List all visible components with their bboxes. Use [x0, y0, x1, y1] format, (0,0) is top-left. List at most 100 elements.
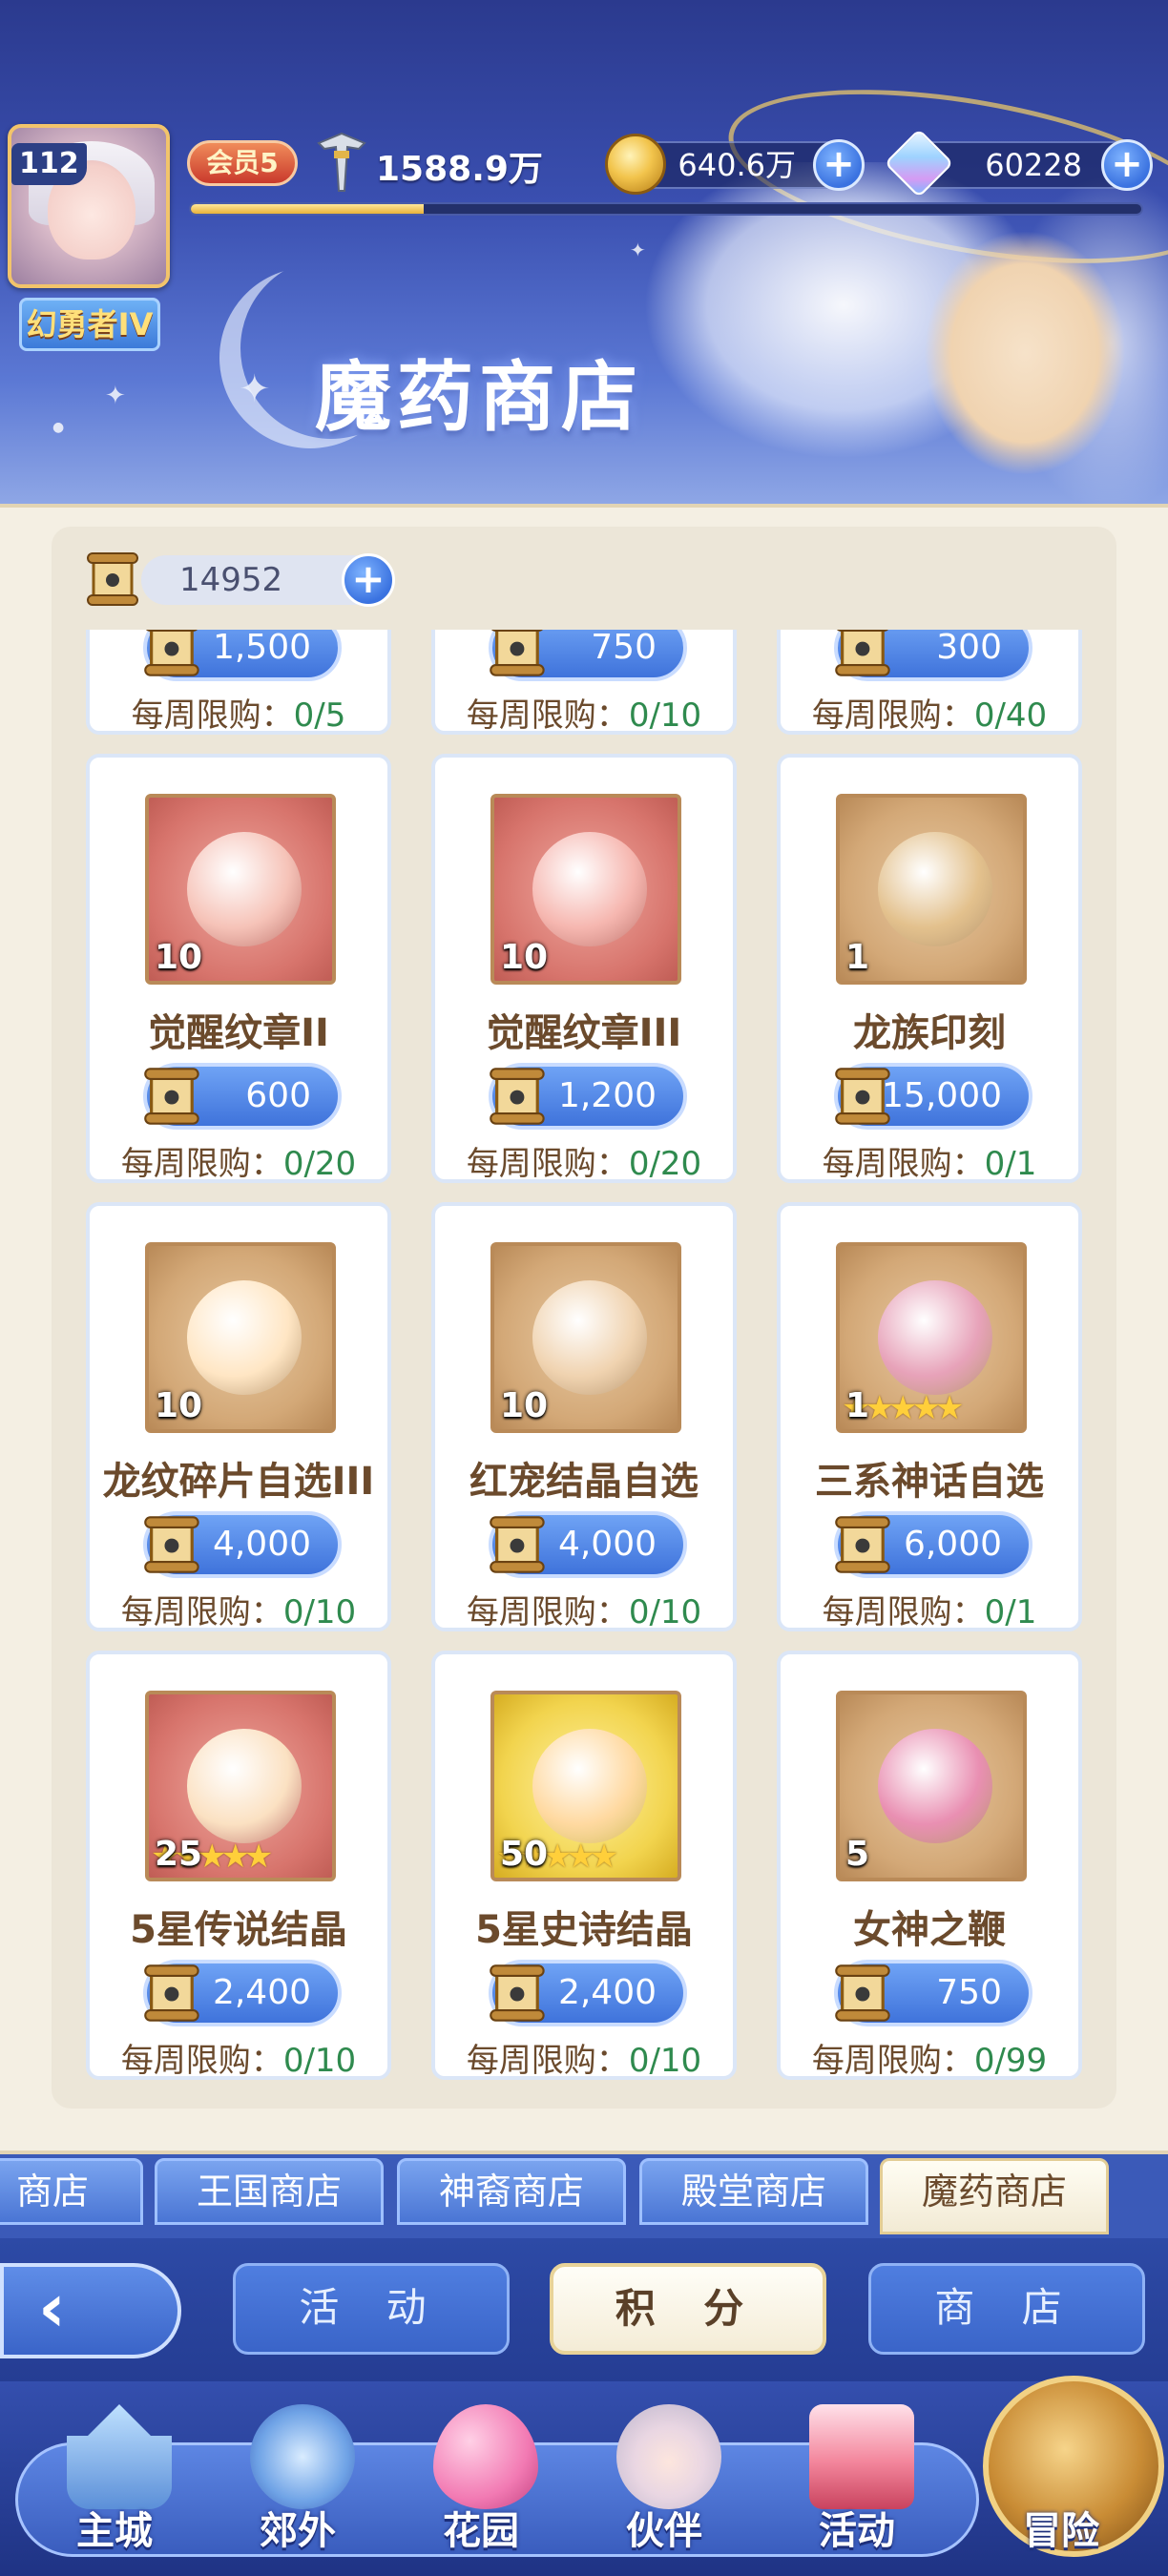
subnav-points[interactable]: 积 分: [550, 2263, 826, 2355]
nav-label: 伙伴: [626, 2509, 702, 2553]
scroll-currency-icon: [835, 630, 890, 676]
nav-partner[interactable]: 伙伴: [578, 2395, 750, 2566]
item-image[interactable]: 5: [836, 1691, 1027, 1881]
item-price: 4,000: [557, 1525, 657, 1564]
weekly-limit-label: 每周限购：: [466, 1145, 629, 1183]
nav-label: 活动: [819, 2509, 895, 2553]
item-name: 觉醒纹章III: [486, 1011, 682, 1055]
weekly-limit-count: 0/99: [973, 2042, 1048, 2080]
player-level: 112: [11, 143, 87, 185]
scroll-currency-icon: [144, 1964, 199, 2022]
shop-item-card[interactable]: 1,500 每周限购：0/5: [86, 630, 391, 735]
nav-main-city[interactable]: 主城: [29, 2395, 200, 2566]
exp-bar-fill: [191, 204, 425, 214]
item-quantity: 50: [500, 1835, 549, 1874]
item-image[interactable]: 10: [490, 794, 681, 985]
nav-adventure[interactable]: 冒险: [975, 2395, 1147, 2566]
add-scroll-currency-button[interactable]: +: [342, 553, 395, 607]
item-image[interactable]: 10: [490, 1242, 681, 1433]
shop-item-card[interactable]: 10 觉醒纹章II 600 每周限购：0/20: [86, 754, 391, 1183]
buy-button[interactable]: 15,000: [834, 1063, 1032, 1130]
sparkle-icon: ●: [52, 420, 65, 435]
shop-item-card[interactable]: ★★★★★ 25 5星传说结晶 2,400 每周限购：0/10: [86, 1651, 391, 2080]
buy-button[interactable]: 4,000: [489, 1511, 687, 1578]
item-price: 6,000: [903, 1525, 1002, 1564]
weekly-limit-count: 0/20: [628, 1145, 702, 1183]
back-button[interactable]: ‹: [0, 2263, 181, 2358]
item-quantity: 1: [845, 938, 870, 977]
shop-item-card[interactable]: ★★★★★ 50 5星史诗结晶 2,400 每周限购：0/10: [431, 1651, 737, 2080]
buy-button[interactable]: 750: [489, 630, 687, 681]
weekly-limit-count: 0/10: [282, 1593, 357, 1631]
item-name: 5星史诗结晶: [475, 1908, 693, 1952]
scroll-currency-icon: [490, 1068, 545, 1125]
weekly-limit-label: 每周限购：: [466, 696, 629, 735]
weekly-limit-count: 0/1: [984, 1593, 1037, 1631]
weekly-limit: 每周限购：0/5: [90, 689, 387, 736]
item-quantity: 25: [155, 1835, 203, 1874]
item-name: 三系神话自选: [815, 1460, 1044, 1504]
rank-title: 幻勇者IV: [19, 298, 160, 351]
buy-button[interactable]: 600: [143, 1063, 342, 1130]
scroll-currency-icon: [835, 1068, 890, 1125]
shop-item-card[interactable]: 10 红宠结晶自选 4,000 每周限购：0/10: [431, 1202, 737, 1631]
weekly-limit-count: 0/40: [973, 696, 1048, 735]
weekly-limit: 每周限购：0/1: [781, 1137, 1078, 1184]
buy-button[interactable]: 2,400: [489, 1960, 687, 2026]
buy-button[interactable]: 300: [834, 630, 1032, 681]
nav-activity[interactable]: 活动: [771, 2395, 943, 2566]
item-art: [532, 1729, 647, 1843]
shop-item-card[interactable]: ★★★★★ 1 三系神话自选 6,000 每周限购：0/1: [777, 1202, 1082, 1631]
weekly-limit: 每周限购：0/1: [781, 1586, 1078, 1632]
weekly-limit-label: 每周限购：: [466, 2042, 629, 2080]
buy-button[interactable]: 1,500: [143, 630, 342, 681]
subnav-activity[interactable]: 活 动: [233, 2263, 510, 2355]
shop-item-card[interactable]: 10 觉醒纹章III 1,200 每周限购：0/20: [431, 754, 737, 1183]
item-price: 600: [245, 1076, 311, 1115]
item-art: [187, 832, 302, 946]
page-title: 魔药商店: [315, 353, 643, 442]
item-image[interactable]: 10: [145, 794, 336, 985]
nav-garden[interactable]: 花园: [395, 2395, 567, 2566]
shop-item-card[interactable]: 300 每周限购：0/40: [777, 630, 1082, 735]
buy-button[interactable]: 4,000: [143, 1511, 342, 1578]
item-image[interactable]: ★★★★★ 25: [145, 1691, 336, 1881]
nav-outskirts[interactable]: 郊外: [212, 2395, 384, 2566]
item-image[interactable]: ★★★★★ 1: [836, 1242, 1027, 1433]
shop-item-card[interactable]: 5 女神之鞭 750 每周限购：0/99: [777, 1651, 1082, 2080]
subnav-shop[interactable]: 商 店: [868, 2263, 1145, 2355]
weekly-limit-label: 每周限购：: [466, 1593, 629, 1631]
buy-button[interactable]: 2,400: [143, 1960, 342, 2026]
exp-bar: [189, 202, 1143, 216]
item-image[interactable]: 10: [145, 1242, 336, 1433]
item-art: [532, 1280, 647, 1395]
castle-icon: [67, 2404, 172, 2509]
shop-item-card[interactable]: 1 龙族印刻 15,000 每周限购：0/1: [777, 754, 1082, 1183]
weekly-limit-count: 0/10: [282, 2042, 357, 2080]
item-name: 龙纹碎片自选III: [102, 1460, 375, 1504]
item-price: 4,000: [212, 1525, 311, 1564]
weekly-limit: 每周限购：0/10: [90, 1586, 387, 1632]
shop-item-card[interactable]: 750 每周限购：0/10: [431, 630, 737, 735]
shop-currency: 14952 +: [84, 548, 395, 613]
shop-item-card[interactable]: 10 龙纹碎片自选III 4,000 每周限购：0/10: [86, 1202, 391, 1631]
item-art: [878, 1280, 992, 1395]
add-gold-button[interactable]: +: [813, 139, 865, 191]
item-image[interactable]: 1: [836, 794, 1027, 985]
tab-shop-partial[interactable]: 商店: [0, 2158, 143, 2225]
item-price: 750: [591, 630, 657, 667]
tab-hall-shop[interactable]: 殿堂商店: [639, 2158, 868, 2225]
buy-button[interactable]: 6,000: [834, 1511, 1032, 1578]
buy-button[interactable]: 750: [834, 1960, 1032, 2026]
shop-item-grid[interactable]: 1,500 每周限购：0/5 750 每周限购：0/10 300 每周限购：0/40 10 觉…: [52, 630, 1116, 2080]
add-diamond-button[interactable]: +: [1101, 139, 1153, 191]
buy-button[interactable]: 1,200: [489, 1063, 687, 1130]
vip-badge[interactable]: 会员5: [187, 140, 298, 186]
item-price: 2,400: [212, 1973, 311, 2012]
sparkle-icon: ✦: [105, 382, 126, 410]
item-image[interactable]: ★★★★★ 50: [490, 1691, 681, 1881]
tab-kingdom-shop[interactable]: 王国商店: [155, 2158, 384, 2225]
tab-divine-shop[interactable]: 神裔商店: [397, 2158, 626, 2225]
scroll-currency-icon: [144, 630, 199, 676]
tab-potion-shop[interactable]: 魔药商店: [880, 2158, 1109, 2234]
